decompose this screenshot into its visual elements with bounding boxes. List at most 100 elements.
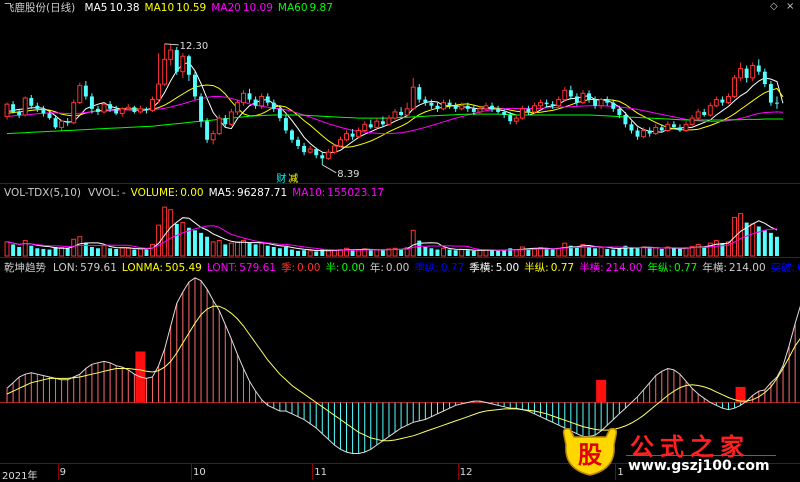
logo-icon: 股 (562, 427, 618, 476)
candle-body (483, 105, 489, 110)
candle-body (374, 120, 380, 128)
volume-bar (223, 244, 228, 256)
volume-bar (677, 248, 682, 256)
volume-bar (593, 248, 598, 256)
volume-bar (665, 246, 671, 257)
volume-bar (325, 250, 331, 257)
chart-canvas: 12.30 8.39 财减 (0, 41, 800, 454)
candle-body (77, 85, 83, 104)
volume-bar (156, 224, 162, 257)
candle-body (223, 118, 228, 125)
volume-bar (210, 241, 216, 257)
volume-bar (71, 238, 77, 257)
volume-bar (180, 222, 186, 257)
candle-body (71, 102, 77, 124)
candle-body (453, 105, 458, 109)
candle-body (162, 58, 168, 85)
x-axis-label: 11 (314, 467, 327, 478)
candle-body (216, 117, 222, 135)
volume-bar (89, 247, 94, 256)
volume-bar (477, 249, 483, 257)
volume-bar (738, 213, 744, 257)
volume-bar (125, 247, 131, 257)
watermark-title: 公式之家 (630, 432, 750, 461)
candle-body (611, 102, 616, 109)
volume-bar (192, 230, 197, 256)
candle-body (508, 115, 513, 122)
candle-body (392, 111, 398, 119)
candle-body (465, 105, 470, 109)
candle-body (538, 102, 544, 107)
candle-body (277, 108, 282, 119)
watermark-divider (626, 455, 776, 456)
candle-body (350, 133, 355, 137)
watermark-url: www.gszj100.com (628, 458, 770, 474)
volume-bar (296, 250, 301, 256)
volume-bar (647, 248, 652, 256)
candle-body (331, 145, 337, 153)
candle-body (53, 118, 58, 128)
volume-bar (496, 250, 501, 256)
volume-bar (459, 249, 465, 257)
candle-body (423, 99, 428, 103)
candle-body (199, 96, 204, 122)
candle-body (417, 87, 422, 100)
volume-bar (544, 248, 549, 256)
candle-body (580, 92, 586, 104)
candle-body (617, 108, 622, 116)
volume-bar (119, 247, 125, 257)
candle-body (526, 108, 531, 112)
x-axis-label: 12 (459, 467, 473, 478)
candle-body (47, 113, 52, 119)
candle-body (108, 104, 113, 109)
volume-bar (114, 248, 119, 256)
candle-body (29, 98, 34, 106)
candle-body (210, 133, 216, 141)
volume-bar (17, 247, 22, 256)
volume-bar (399, 249, 404, 256)
volume-bar (429, 248, 434, 256)
volume-bar (750, 223, 756, 257)
volume-bar (641, 246, 647, 257)
candle-body (744, 68, 749, 78)
candle-body (574, 96, 579, 103)
candle-body (725, 95, 731, 104)
volume-bar (247, 243, 252, 256)
candle-body (174, 50, 179, 72)
candle-body (568, 90, 573, 97)
candle-body (544, 102, 549, 105)
candle-body (289, 130, 294, 140)
candle-body (17, 111, 22, 116)
candle-body (296, 139, 301, 146)
candle-body (325, 151, 331, 159)
volume-bar (659, 248, 664, 256)
volume-bar (29, 245, 34, 256)
volume-bar (502, 250, 507, 256)
candle-body (502, 111, 507, 116)
candle-body (441, 102, 447, 110)
candle-body (587, 93, 592, 100)
volume-bar (653, 247, 659, 257)
candle-body (247, 93, 252, 100)
volume-bar (441, 247, 447, 257)
candle-body (702, 111, 707, 116)
candle-body (89, 96, 94, 109)
x-axis-label: 9 (59, 467, 66, 478)
candle-body (513, 117, 519, 122)
volume-bar (174, 223, 179, 256)
high-label: 12.30 (180, 41, 209, 52)
candle-body (605, 99, 610, 103)
signal-label: 财 (276, 172, 286, 185)
volume-bar (162, 206, 168, 257)
candle-body (101, 103, 107, 113)
candle-body (689, 117, 695, 125)
candle-body (671, 124, 676, 128)
volume-bar (562, 242, 568, 257)
candle-body (192, 74, 197, 97)
volume-bar (277, 248, 282, 256)
volume-bar (435, 249, 440, 256)
candle-body (137, 108, 143, 113)
volume-bar (617, 248, 622, 256)
volume-bar (453, 250, 458, 256)
candle-body (713, 99, 719, 107)
